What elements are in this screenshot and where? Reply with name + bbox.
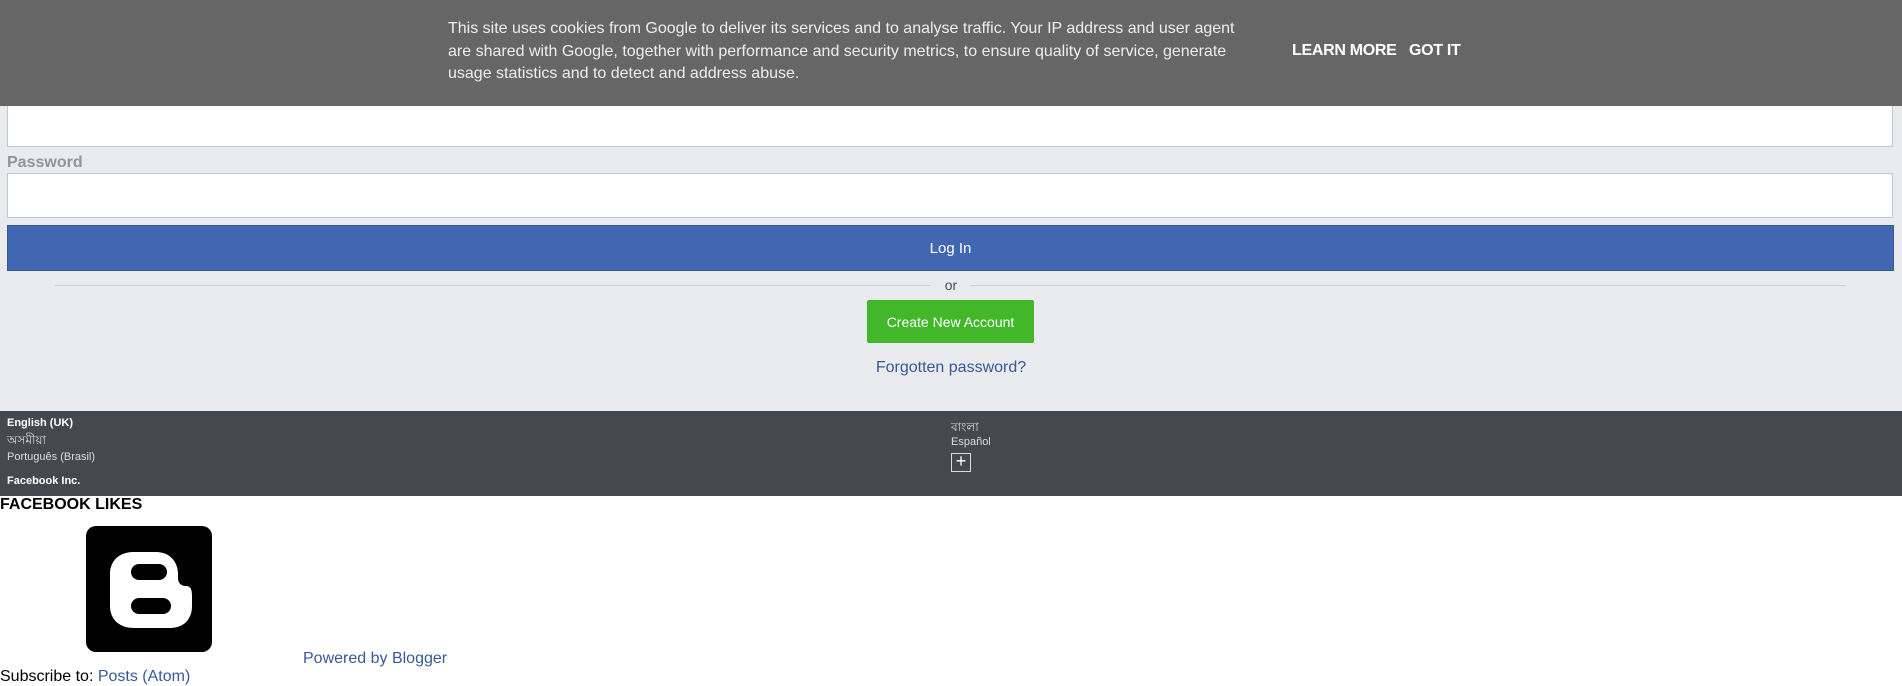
- language-portuguese-brasil[interactable]: Português (Brasil): [7, 451, 95, 463]
- learn-more-link[interactable]: LEARN MORE: [1292, 42, 1397, 60]
- powered-by-blogger-link[interactable]: Powered by Blogger: [303, 650, 447, 668]
- cookie-banner: This site uses cookies from Google to de…: [0, 0, 1902, 106]
- more-languages-button[interactable]: +: [951, 452, 971, 472]
- divider-right: [971, 285, 1845, 286]
- blogger-b-icon: [110, 552, 192, 628]
- company-name: Facebook Inc.: [7, 475, 81, 487]
- blogger-logo-icon[interactable]: [86, 526, 212, 652]
- password-input[interactable]: [7, 173, 1893, 218]
- footer: English (UK) অসমীয়া Português (Brasil) …: [0, 411, 1902, 496]
- language-english-uk: English (UK): [7, 417, 73, 429]
- divider-left: [55, 285, 931, 286]
- forgot-password-link[interactable]: Forgotten password?: [0, 359, 1902, 377]
- got-it-button[interactable]: GOT IT: [1409, 42, 1461, 60]
- or-text: or: [944, 277, 958, 293]
- create-account-button[interactable]: Create New Account: [867, 300, 1034, 343]
- cookie-text: This site uses cookies from Google to de…: [448, 20, 1235, 82]
- subscribe-label: Subscribe to:: [0, 668, 94, 685]
- widget-title: FACEBOOK LIKES: [0, 496, 143, 513]
- language-assamese[interactable]: অসমীয়া: [7, 432, 46, 452]
- subscribe-line: Subscribe to: Posts (Atom): [0, 668, 190, 686]
- posts-atom-link[interactable]: Posts (Atom): [98, 668, 190, 685]
- login-button[interactable]: Log In: [7, 225, 1894, 271]
- password-label: Password: [7, 154, 83, 171]
- email-input[interactable]: [7, 103, 1893, 147]
- language-spanish[interactable]: Español: [951, 436, 991, 448]
